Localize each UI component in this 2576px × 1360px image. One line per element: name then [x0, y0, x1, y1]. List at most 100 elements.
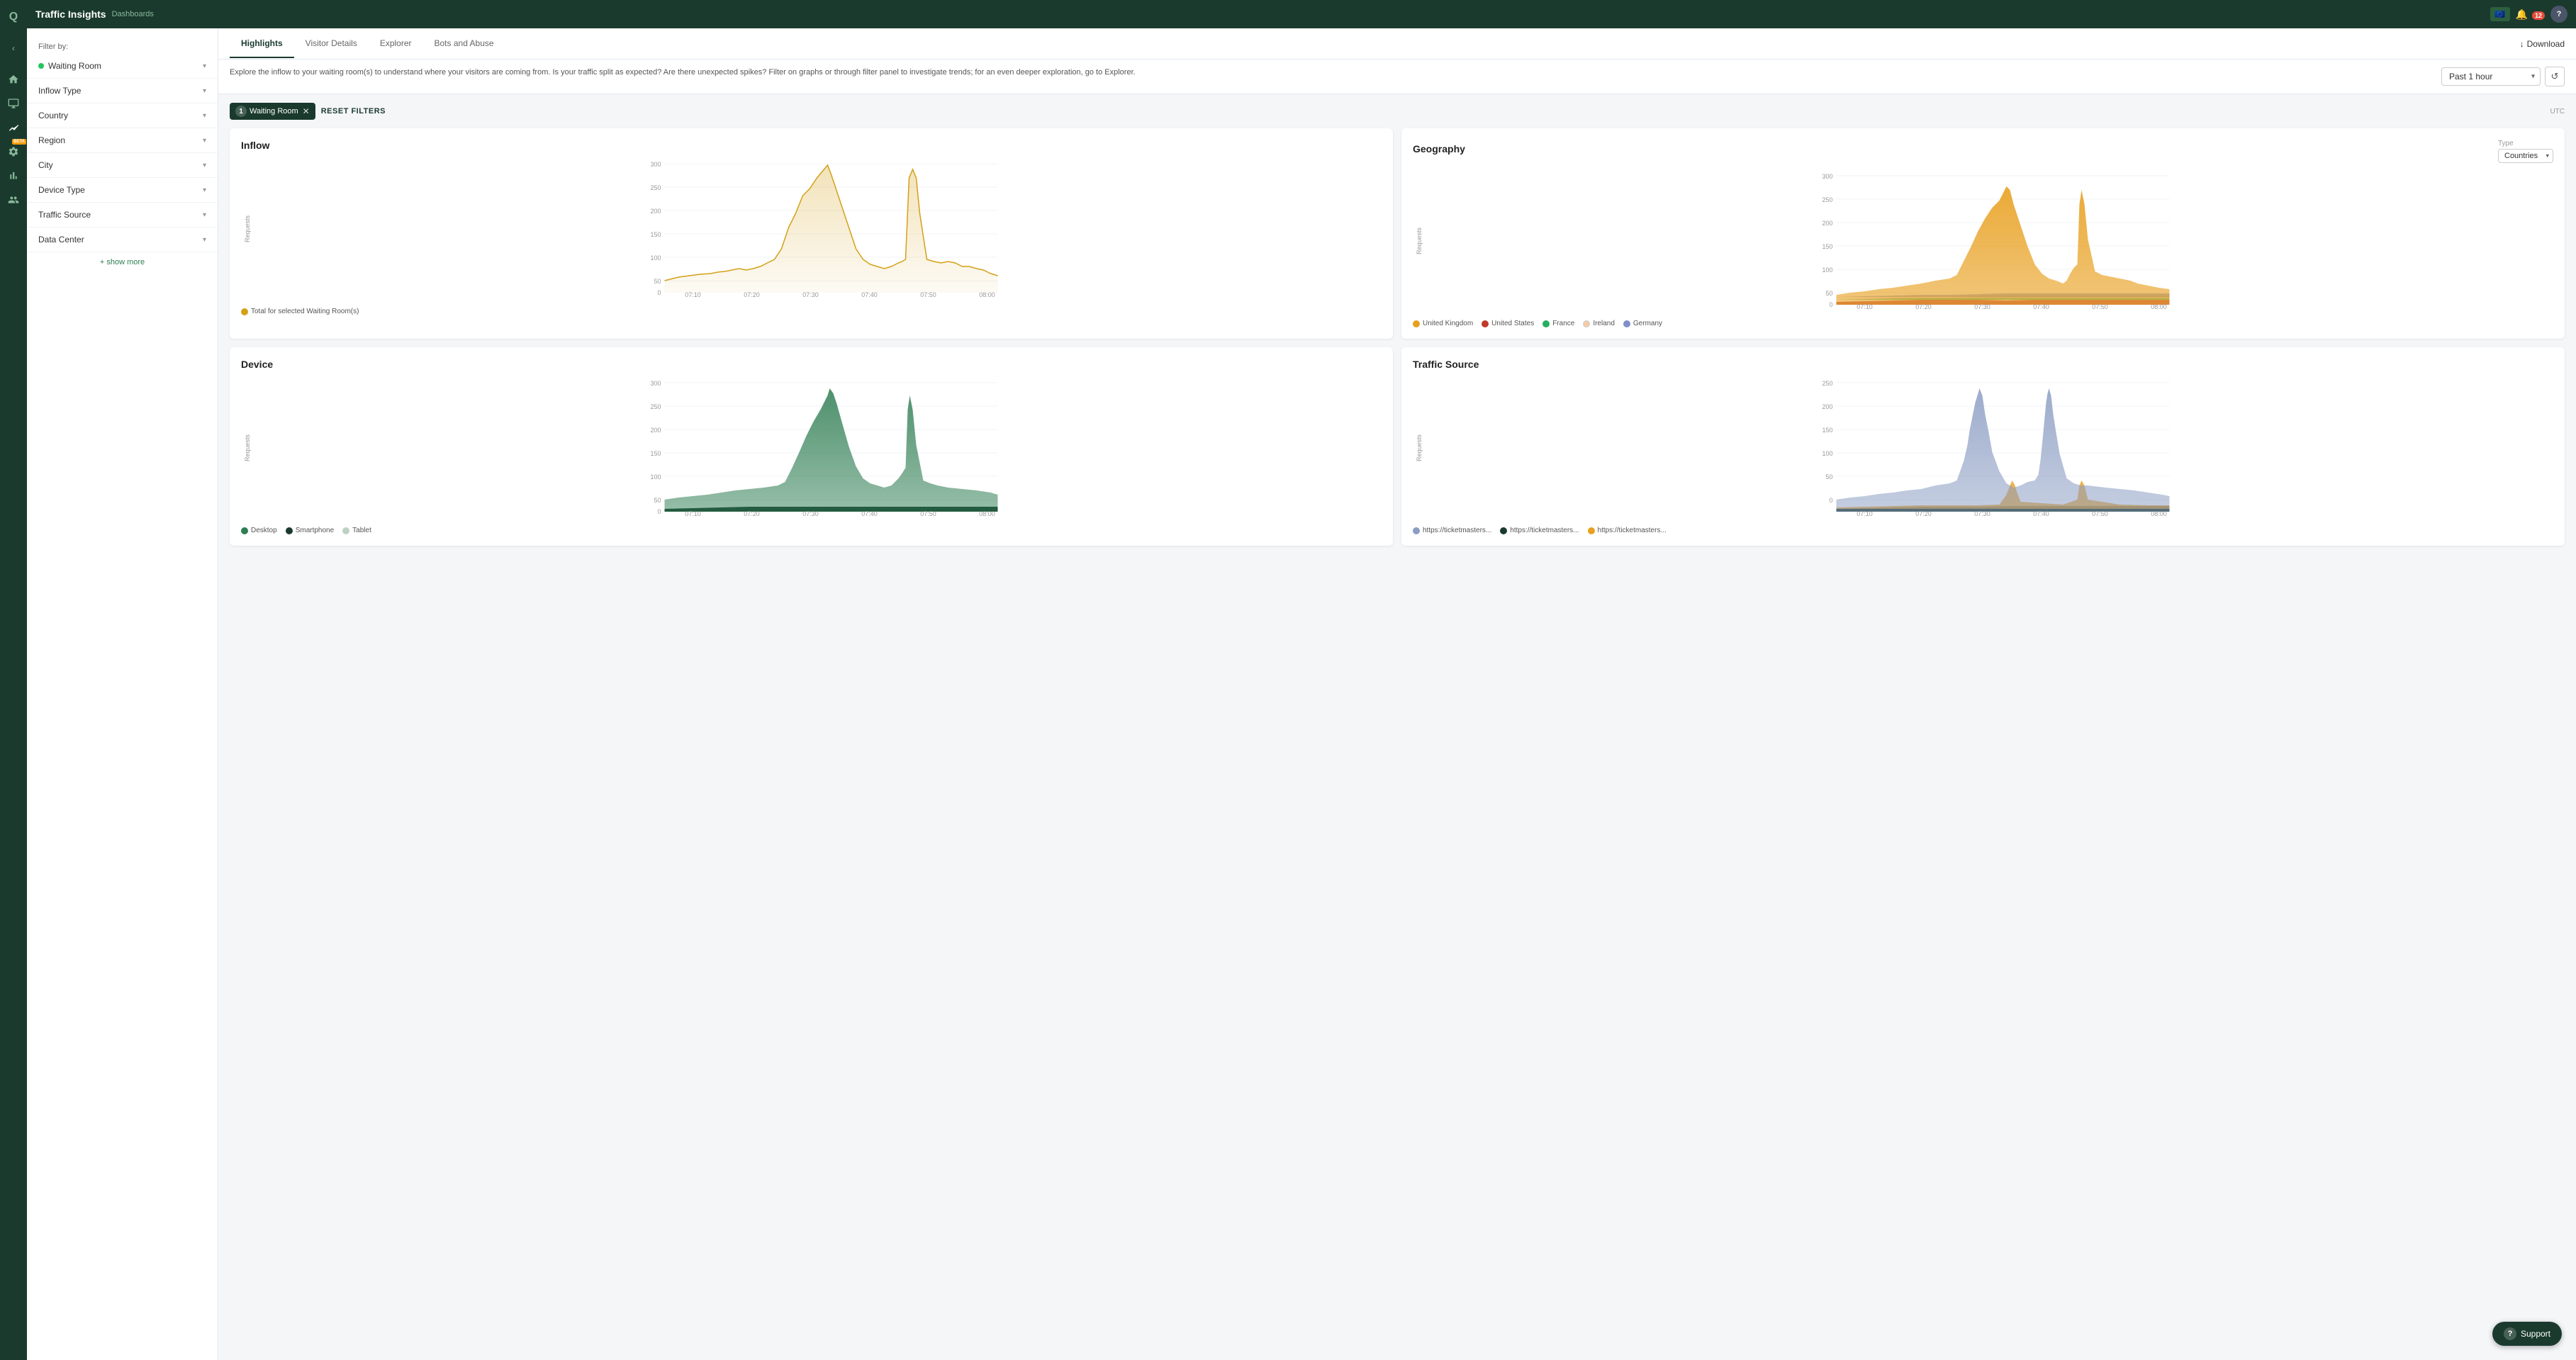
tab-visitor-details[interactable]: Visitor Details: [294, 30, 369, 58]
download-button[interactable]: ↓ Download: [2520, 39, 2565, 49]
flag-icon[interactable]: 🇪🇺: [2490, 7, 2510, 21]
svg-text:200: 200: [1822, 403, 1832, 410]
legend-dot-total: [241, 308, 248, 315]
legend-france: France: [1542, 320, 1574, 327]
geography-type-select[interactable]: Countries Cities Regions: [2498, 149, 2553, 163]
notification-bell[interactable]: 🔔 12: [2516, 9, 2545, 21]
filter-data-center-label: Data Center: [38, 235, 84, 245]
traffic-source-chart-svg: 250 200 150 100 50 0: [1431, 376, 2553, 517]
svg-text:07:50: 07:50: [920, 510, 936, 517]
svg-text:07:30: 07:30: [802, 510, 819, 517]
svg-text:50: 50: [1825, 473, 1832, 481]
legend-tablet: Tablet: [342, 527, 371, 534]
svg-text:150: 150: [1822, 243, 1832, 250]
filter-waiting-room[interactable]: Waiting Room ▾: [27, 54, 218, 79]
svg-text:150: 150: [1822, 427, 1832, 434]
icon-bar-logo[interactable]: Q: [2, 6, 25, 28]
legend-dot-ts2: [1500, 527, 1507, 534]
inflow-chart-card: Inflow Requests: [230, 128, 1393, 339]
legend-dot-us: [1482, 320, 1489, 327]
support-label: Support: [2521, 1329, 2550, 1339]
geography-chart-title: Geography: [1413, 143, 1465, 154]
svg-text:0: 0: [1829, 497, 1832, 504]
svg-text:07:20: 07:20: [744, 510, 760, 517]
support-question-icon: ?: [2504, 1327, 2516, 1340]
svg-text:07:10: 07:10: [685, 510, 701, 517]
tab-explorer[interactable]: Explorer: [369, 30, 423, 58]
filter-sidebar: Filter by: Waiting Room ▾ Inflow Type ▾ …: [27, 28, 218, 1360]
svg-text:50: 50: [654, 278, 661, 285]
help-button[interactable]: ?: [2550, 6, 2567, 23]
icon-bar-settings[interactable]: BETA: [2, 140, 25, 163]
svg-text:07:50: 07:50: [2092, 510, 2108, 517]
reset-filters-button[interactable]: RESET FILTERS: [321, 107, 386, 116]
utc-label: UTC: [2550, 108, 2565, 116]
legend-label-ts2: https://ticketmasters...: [1510, 527, 1579, 534]
legend-dot-france: [1542, 320, 1550, 327]
icon-bar-chevron[interactable]: ‹: [2, 37, 25, 60]
description-bar: Explore the inflow to your waiting room(…: [218, 60, 2576, 94]
legend-label-tablet: Tablet: [352, 527, 371, 534]
svg-text:08:00: 08:00: [979, 291, 995, 298]
legend-dot-ts3: [1588, 527, 1595, 534]
svg-text:07:50: 07:50: [2092, 303, 2108, 310]
svg-text:07:30: 07:30: [802, 291, 819, 298]
filter-country-label: Country: [38, 111, 68, 120]
geography-y-axis-label: Requests: [1413, 227, 1426, 254]
tabs-area: Highlights Visitor Details Explorer Bots…: [218, 28, 2576, 1360]
svg-text:200: 200: [650, 208, 661, 215]
svg-text:100: 100: [650, 473, 661, 481]
filter-traffic-source-label: Traffic Source: [38, 210, 91, 220]
legend-label-us: United States: [1491, 320, 1534, 327]
svg-text:300: 300: [1822, 173, 1832, 180]
icon-bar-chart[interactable]: [2, 116, 25, 139]
svg-text:150: 150: [650, 450, 661, 457]
svg-text:200: 200: [1822, 220, 1832, 227]
legend-germany: Germany: [1623, 320, 1662, 327]
svg-text:250: 250: [650, 403, 661, 410]
filter-chip-close[interactable]: ✕: [303, 106, 310, 116]
support-button[interactable]: ? Support: [2492, 1322, 2562, 1346]
content-area: Filter by: Waiting Room ▾ Inflow Type ▾ …: [27, 28, 2576, 1360]
tab-bots-abuse[interactable]: Bots and Abuse: [423, 30, 505, 58]
filter-region[interactable]: Region ▾: [27, 128, 218, 153]
geography-type-select-wrap: Type Countries Cities Regions ▾: [2498, 140, 2553, 163]
filter-chip-label: Waiting Room: [250, 107, 298, 116]
icon-bar-users[interactable]: [2, 189, 25, 211]
legend-ts-2: https://ticketmasters...: [1500, 527, 1579, 534]
filter-data-center[interactable]: Data Center ▾: [27, 227, 218, 252]
traffic-source-y-axis-label: Requests: [1413, 434, 1426, 461]
legend-dot-ireland: [1583, 320, 1590, 327]
filter-country[interactable]: Country ▾: [27, 103, 218, 128]
filter-city[interactable]: City ▾: [27, 153, 218, 178]
legend-desktop: Desktop: [241, 527, 277, 534]
time-filter-select[interactable]: Past 1 hour Past 6 hours Past 24 hours P…: [2441, 67, 2541, 86]
legend-dot-uk: [1413, 320, 1420, 327]
legend-label-ts3: https://ticketmasters...: [1598, 527, 1667, 534]
legend-us: United States: [1482, 320, 1534, 327]
svg-text:07:40: 07:40: [861, 291, 878, 298]
icon-bar-home[interactable]: [2, 68, 25, 91]
svg-text:07:50: 07:50: [920, 291, 936, 298]
filter-traffic-source[interactable]: Traffic Source ▾: [27, 203, 218, 227]
icon-bar-monitor[interactable]: [2, 92, 25, 115]
refresh-button[interactable]: ↺: [2545, 67, 2565, 86]
filter-region-label: Region: [38, 135, 65, 145]
notification-badge: 12: [2532, 11, 2545, 20]
icon-bar-stats[interactable]: [2, 164, 25, 187]
geography-type-label: Type: [2498, 140, 2553, 147]
legend-label-germany: Germany: [1633, 320, 1662, 327]
show-more-filters[interactable]: + show more: [27, 252, 218, 272]
download-arrow-icon: ↓: [2520, 39, 2524, 49]
filter-device-type[interactable]: Device Type ▾: [27, 178, 218, 203]
svg-text:08:00: 08:00: [979, 510, 995, 517]
svg-text:08:00: 08:00: [2151, 303, 2167, 310]
legend-smartphone: Smartphone: [286, 527, 334, 534]
legend-ts-3: https://ticketmasters...: [1588, 527, 1667, 534]
top-header: Traffic Insights Dashboards 🇪🇺 🔔 12 ?: [27, 0, 2576, 28]
filter-inflow-type[interactable]: Inflow Type ▾: [27, 79, 218, 103]
svg-text:100: 100: [1822, 450, 1832, 457]
device-y-axis-label: Requests: [241, 434, 254, 461]
header-title: Traffic Insights: [35, 9, 106, 20]
tab-highlights[interactable]: Highlights: [230, 30, 294, 58]
